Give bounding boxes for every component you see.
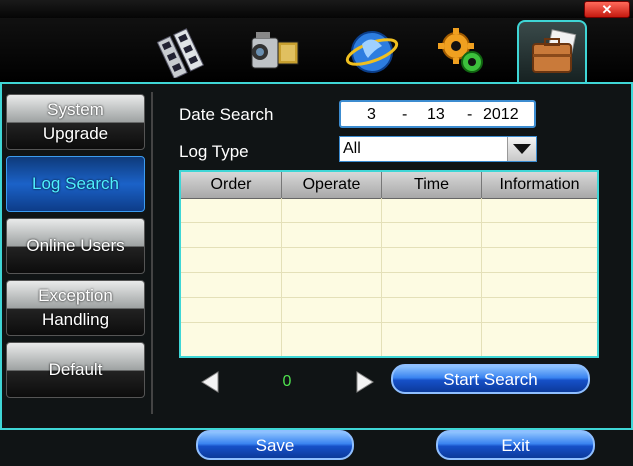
date-search-field[interactable]: 3 - 13 - 2012 [339,100,536,128]
sidebar-item-online-users[interactable]: Online Users [6,218,145,274]
log-search-window: ✕ System Upgrade Log Search Online Users… [0,0,633,466]
column-header-operate[interactable]: Operate [282,172,382,198]
tab-playback[interactable] [150,20,216,80]
exit-button[interactable]: Exit [436,430,595,460]
dropdown-button[interactable] [507,137,536,161]
tab-settings[interactable] [428,20,494,80]
sidebar-item-label: Handling [41,310,110,329]
network-globe-icon [345,31,399,73]
date-year-field[interactable]: 2012 [483,106,519,124]
page-number: 0 [282,373,292,390]
start-search-button[interactable]: Start Search [391,364,590,394]
table-row[interactable] [181,198,597,223]
sidebar-item-label: Online Users [26,236,125,255]
table-row[interactable] [181,323,597,348]
sidebar-item-exception-handling[interactable]: Exception Handling [6,280,145,336]
date-separator: - [402,106,408,123]
content-panel: System Upgrade Log Search Online Users E… [0,84,633,428]
log-type-value: All [343,140,361,157]
date-day-field[interactable]: 13 [427,106,445,124]
sidebar-item-label: System [47,100,104,119]
gears-icon [438,28,483,73]
log-type-select[interactable]: All [339,136,537,162]
sidebar-item-system-upgrade[interactable]: System Upgrade [6,94,145,150]
date-search-label: Date Search [179,105,274,124]
table-header: Order Operate Time Information [181,172,597,199]
sidebar-divider [151,92,153,414]
sidebar-item-log-search[interactable]: Log Search [6,156,145,212]
column-header-order[interactable]: Order [181,172,282,198]
log-type-label: Log Type [179,142,249,161]
column-header-time[interactable]: Time [382,172,482,198]
table-row[interactable] [181,298,597,323]
date-separator: - [467,106,473,123]
column-header-information[interactable]: Information [482,172,597,198]
camcorder-icon [251,32,299,69]
close-icon: ✕ [601,2,613,17]
tab-advanced[interactable] [517,20,587,84]
title-bar: ✕ [0,0,633,19]
table-row[interactable] [181,273,597,298]
sidebar-item-label: Log Search [32,174,119,193]
previous-page-icon[interactable] [199,370,221,394]
briefcase-icon [532,29,577,73]
sidebar-item-default[interactable]: Default [6,342,145,398]
top-menu-bar [0,18,633,84]
sidebar-item-label: Upgrade [42,124,109,143]
close-button[interactable]: ✕ [584,1,630,18]
tab-record[interactable] [240,20,306,80]
log-table: Order Operate Time Information [179,170,599,358]
film-icon [156,28,204,78]
sidebar-item-label: Default [48,360,103,379]
date-month-field[interactable]: 3 [367,106,376,124]
bottom-bar: Save Exit [0,428,633,466]
next-page-icon[interactable] [354,370,376,394]
chevron-down-icon [513,144,531,154]
table-row[interactable] [181,223,597,248]
table-row[interactable] [181,248,597,273]
sidebar-item-label: Exception [38,286,113,305]
tab-network[interactable] [338,20,404,80]
save-button[interactable]: Save [196,430,354,460]
